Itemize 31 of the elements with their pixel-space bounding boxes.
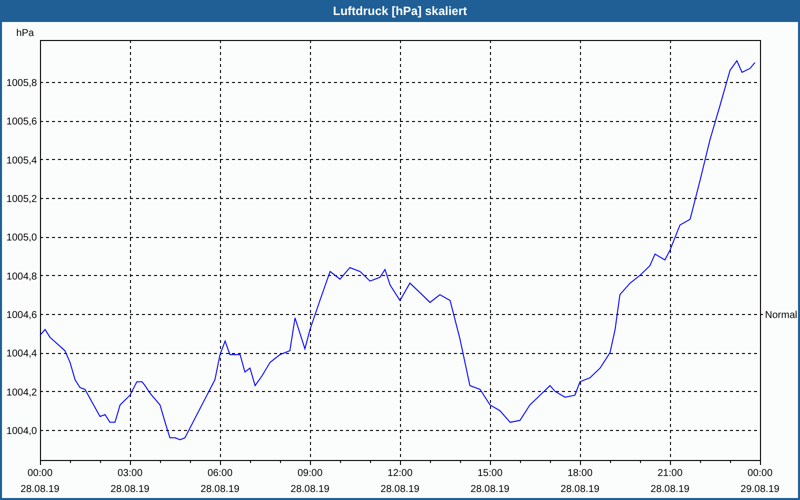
y-axis-label: 1004,8 — [6, 271, 37, 282]
y-axis-label: 1005,8 — [6, 78, 37, 89]
x-axis-time-label: 09:00 — [297, 468, 323, 479]
x-axis-time-label: 18:00 — [567, 468, 593, 479]
x-axis-date-label: 28.08.19 — [20, 484, 60, 495]
x-axis-time-label: 00:00 — [747, 468, 773, 479]
y-axis-label: 1005,6 — [6, 116, 37, 128]
x-axis-date-label: 29.08.19 — [740, 484, 780, 495]
x-axis-time-label: 21:00 — [657, 468, 683, 479]
y-axis-label: 1004,6 — [6, 310, 37, 321]
y-axis-unit: hPa — [16, 28, 34, 39]
normal-level-label: Normal — [765, 310, 798, 321]
x-axis-date-label: 28.08.19 — [470, 484, 510, 495]
x-axis-date-label: 28.08.19 — [290, 484, 330, 495]
y-axis-label: 1005,0 — [6, 232, 37, 244]
y-axis-label: 1004,2 — [6, 387, 37, 398]
y-axis-label: 1005,2 — [6, 194, 37, 205]
x-axis-time-label: 12:00 — [387, 468, 413, 479]
x-axis-date-label: 28.08.19 — [110, 484, 150, 495]
x-axis-date-label: 28.08.19 — [200, 484, 240, 495]
x-axis-time-label: 15:00 — [477, 468, 503, 479]
y-axis-label: 1004,4 — [6, 348, 37, 360]
y-axis-label: 1005,4 — [6, 155, 37, 166]
y-axis-label: 1004,0 — [6, 426, 37, 438]
x-axis-time-label: 03:00 — [117, 468, 143, 479]
x-axis-date-label: 28.08.19 — [650, 484, 690, 495]
x-axis-time-label: 00:00 — [27, 468, 53, 479]
x-axis-time-label: 06:00 — [207, 468, 233, 479]
window-title: Luftdruck [hPa] skaliert — [332, 4, 468, 18]
x-axis-date-label: 28.08.19 — [380, 484, 420, 495]
x-axis-date-label: 28.08.19 — [560, 484, 600, 495]
